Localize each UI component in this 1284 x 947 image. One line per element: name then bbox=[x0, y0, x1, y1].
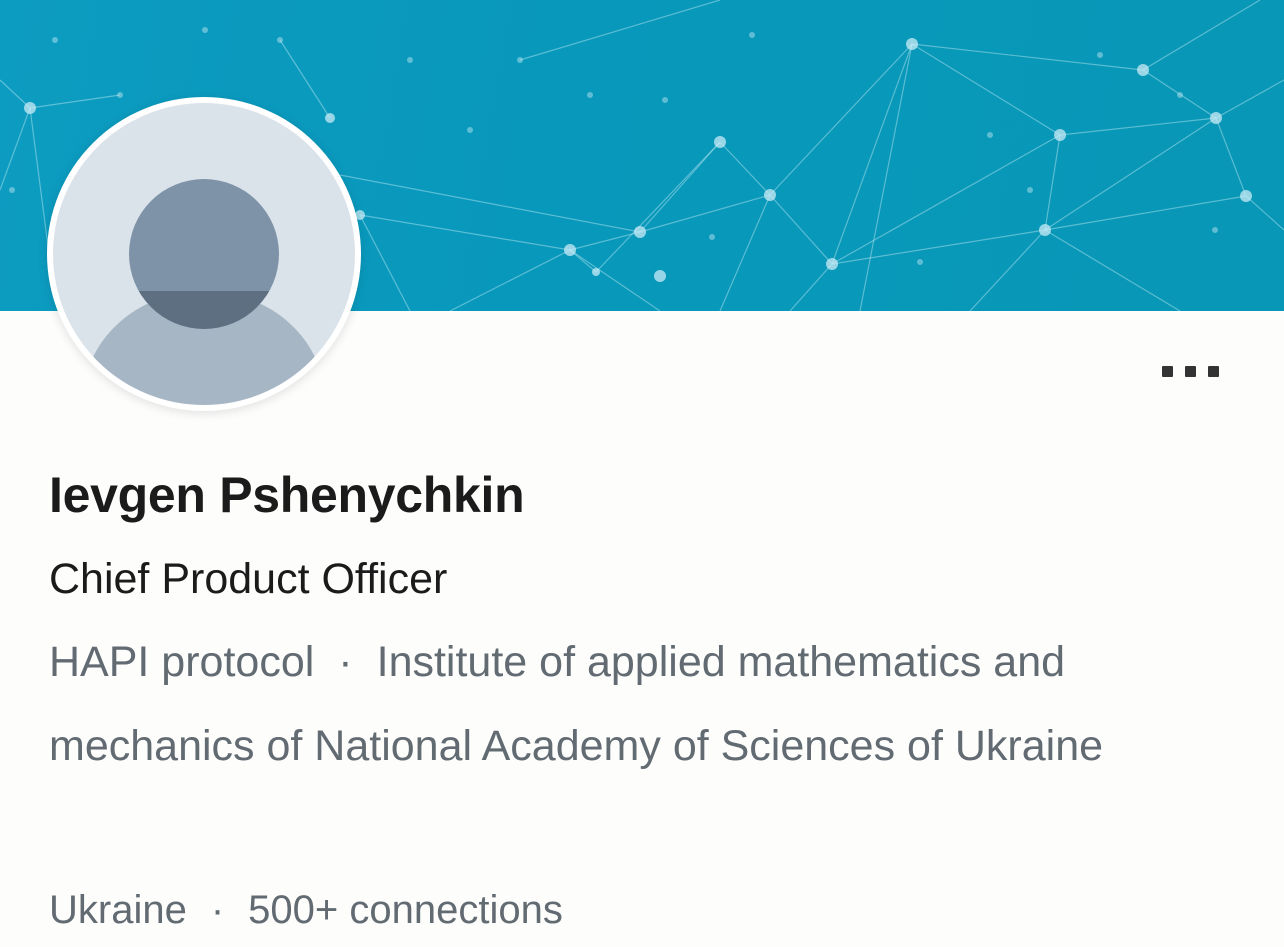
profile-location: Ukraine bbox=[49, 888, 187, 932]
more-options-button[interactable] bbox=[1152, 356, 1228, 386]
avatar-overlap-shape bbox=[129, 291, 279, 329]
profile-company-education: HAPI protocol · Institute of applied mathe… bbox=[49, 620, 1239, 788]
default-person-avatar-icon bbox=[53, 103, 355, 405]
more-options-icon bbox=[1161, 365, 1173, 377]
profile-avatar[interactable] bbox=[47, 97, 361, 411]
profile-meta: Ukraine · 500+ connections bbox=[49, 888, 563, 933]
connections-link[interactable]: 500+ connections bbox=[248, 888, 563, 932]
more-options-icon bbox=[1184, 365, 1196, 377]
profile-headline: Chief Product Officer bbox=[49, 555, 448, 603]
profile-card: Ievgen Pshenychkin Chief Product Officer… bbox=[0, 0, 1284, 947]
company-link[interactable]: HAPI protocol bbox=[49, 638, 314, 686]
separator: · bbox=[338, 638, 353, 686]
profile-name: Ievgen Pshenychkin bbox=[49, 467, 525, 523]
more-options-icon bbox=[1207, 365, 1219, 377]
separator: · bbox=[210, 888, 225, 932]
